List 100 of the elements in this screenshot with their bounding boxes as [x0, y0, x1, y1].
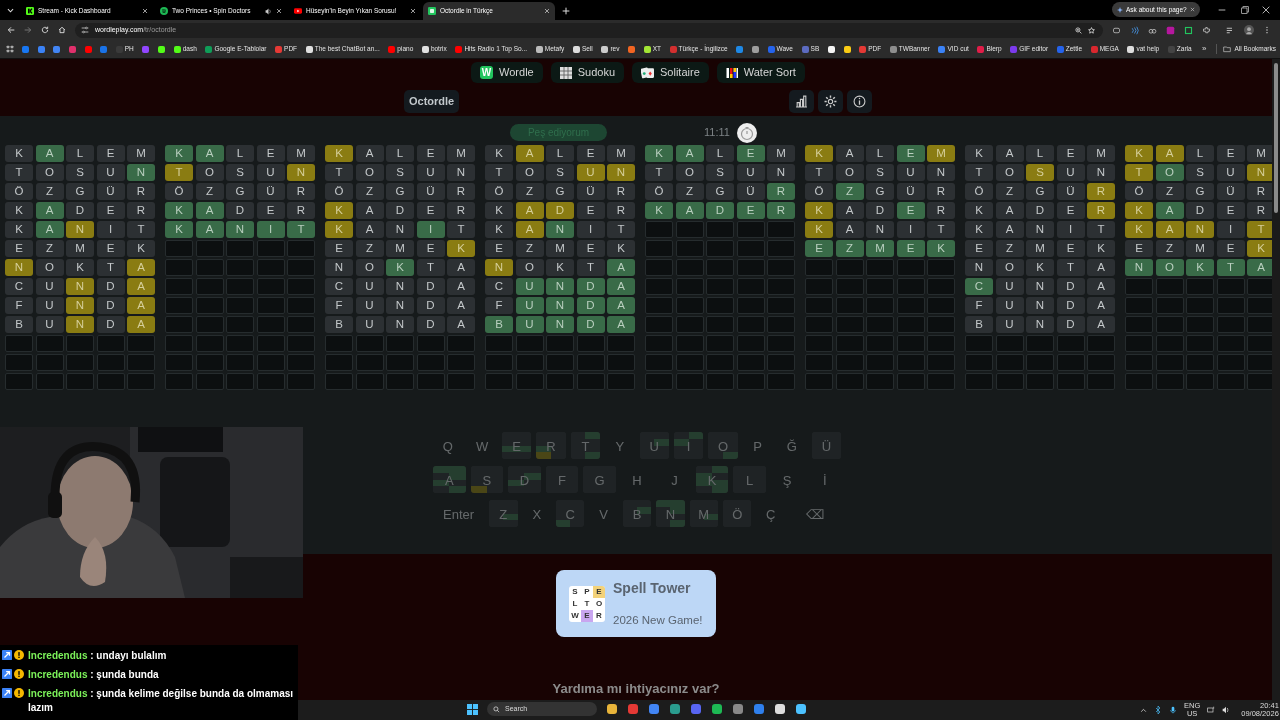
close-icon[interactable]	[1190, 7, 1195, 12]
game-nav-button[interactable]: W Wordle	[471, 62, 543, 83]
back-arrow-icon[interactable]	[7, 26, 15, 34]
profile-avatar[interactable]	[1244, 25, 1254, 35]
badge-icon	[14, 688, 24, 698]
bookmark-icon[interactable]	[752, 45, 759, 53]
apps-icon[interactable]	[6, 45, 14, 53]
puzzle-icon[interactable]	[1202, 25, 1211, 35]
tab-list-icon[interactable]	[6, 6, 15, 15]
game-nav-button[interactable]: Solitaire	[632, 62, 709, 83]
bookmark-icon[interactable]	[601, 45, 609, 53]
extension-icon[interactable]	[1112, 25, 1121, 35]
bookmark-icon[interactable]	[173, 45, 181, 53]
empty-tile	[447, 335, 475, 352]
close-icon[interactable]	[1262, 6, 1270, 14]
promo-card[interactable]: S P E L T O W E R Spell Tower 2026 New Game!	[556, 570, 716, 637]
microphone-icon[interactable]	[1169, 706, 1177, 714]
letter-tile: E	[256, 145, 285, 162]
letter-tile: K	[805, 221, 833, 238]
speaker-icon[interactable]	[1222, 706, 1231, 714]
letter-tile: S	[226, 164, 254, 181]
speaker-icon[interactable]	[265, 7, 272, 15]
close-icon[interactable]	[544, 8, 550, 14]
bookmark-icon[interactable]	[158, 45, 166, 53]
info-button[interactable]	[847, 90, 872, 113]
empty-tile	[1186, 297, 1214, 314]
letter-tile: K	[965, 145, 993, 162]
empty-tile	[866, 278, 894, 295]
taskbar-app-icon[interactable]	[774, 703, 786, 715]
letter-tile: R	[1247, 183, 1275, 200]
home-icon[interactable]	[58, 26, 66, 34]
letter-tile: R	[1247, 202, 1275, 219]
bluetooth-icon[interactable]	[1154, 706, 1162, 714]
empty-tile	[805, 335, 833, 352]
close-icon[interactable]	[142, 8, 148, 14]
minimize-icon[interactable]	[1218, 6, 1226, 14]
grid-icon	[559, 66, 572, 79]
game-nav-button[interactable]: Sudoku	[550, 62, 624, 83]
empty-tile	[226, 259, 254, 276]
close-icon[interactable]	[276, 8, 282, 14]
empty-tile	[767, 278, 795, 295]
letter-tile: N	[546, 297, 574, 314]
letter-tile: Ü	[256, 183, 285, 200]
letter-tile: R	[607, 183, 635, 200]
display-icon[interactable]	[1207, 706, 1216, 714]
reading-list-icon[interactable]	[1226, 25, 1235, 35]
bookmark-icon[interactable]	[535, 45, 543, 53]
letter-tile: N	[66, 297, 94, 314]
letter-tile: B	[965, 316, 993, 333]
stopwatch-icon[interactable]	[736, 122, 757, 143]
restore-icon[interactable]	[1241, 6, 1249, 14]
empty-tile	[485, 335, 513, 352]
bookmark-icon[interactable]	[1127, 45, 1135, 53]
bookmark-icon[interactable]	[827, 45, 835, 53]
bookmark-icon[interactable]	[305, 45, 313, 53]
empty-tile	[736, 354, 765, 371]
letter-tile: N	[1026, 221, 1054, 238]
chevron-up-icon[interactable]	[1140, 706, 1147, 714]
empty-tile	[675, 316, 704, 333]
bookmark-icon[interactable]	[572, 45, 580, 53]
empty-tile	[195, 335, 224, 352]
settings-button[interactable]	[818, 90, 843, 113]
empty-tile	[767, 373, 795, 390]
empty-tile	[645, 335, 673, 352]
more-bookmarks-button[interactable]: »	[1202, 43, 1207, 55]
bookmark-icon[interactable]	[421, 45, 429, 53]
stats-button[interactable]	[789, 90, 814, 113]
bookmark-icon[interactable]	[843, 45, 851, 53]
star-icon[interactable]	[1088, 26, 1095, 34]
letter-tile: C	[485, 278, 513, 295]
reload-icon[interactable]	[41, 26, 49, 34]
letter-tile: A	[355, 145, 384, 162]
bookmark-icon[interactable]	[643, 45, 651, 53]
zoom-icon[interactable]	[1075, 26, 1082, 34]
letter-tile: K	[5, 145, 33, 162]
taskbar-app-icon[interactable]	[795, 703, 807, 715]
octordle-button[interactable]: Octordle	[404, 90, 460, 113]
letter-tile: A	[675, 202, 704, 219]
letter-tile: T	[127, 221, 155, 238]
empty-tile	[226, 240, 254, 257]
letter-tile: N	[287, 164, 315, 181]
extension-icon[interactable]	[1130, 25, 1139, 35]
site-settings-icon[interactable]	[81, 26, 89, 34]
letter-tile: B	[5, 316, 33, 333]
empty-tile	[645, 373, 673, 390]
letter-tile: N	[1125, 259, 1153, 276]
taskbar-app-icon[interactable]	[669, 703, 681, 715]
empty-tile	[896, 373, 925, 390]
game-nav-button[interactable]: Water Sort	[716, 62, 805, 83]
scrollbar[interactable]	[1272, 59, 1280, 700]
taskbar-app-icon[interactable]	[711, 703, 723, 715]
empty-tile	[66, 335, 94, 352]
close-icon[interactable]	[410, 8, 416, 14]
empty-tile	[645, 297, 673, 314]
start-icon[interactable]	[467, 703, 478, 715]
empty-tile	[1155, 335, 1184, 352]
new-tab-icon[interactable]	[562, 7, 570, 15]
taskbar-app-icon[interactable]	[606, 703, 618, 715]
menu-icon[interactable]	[1263, 26, 1271, 34]
letter-tile: R	[447, 183, 475, 200]
